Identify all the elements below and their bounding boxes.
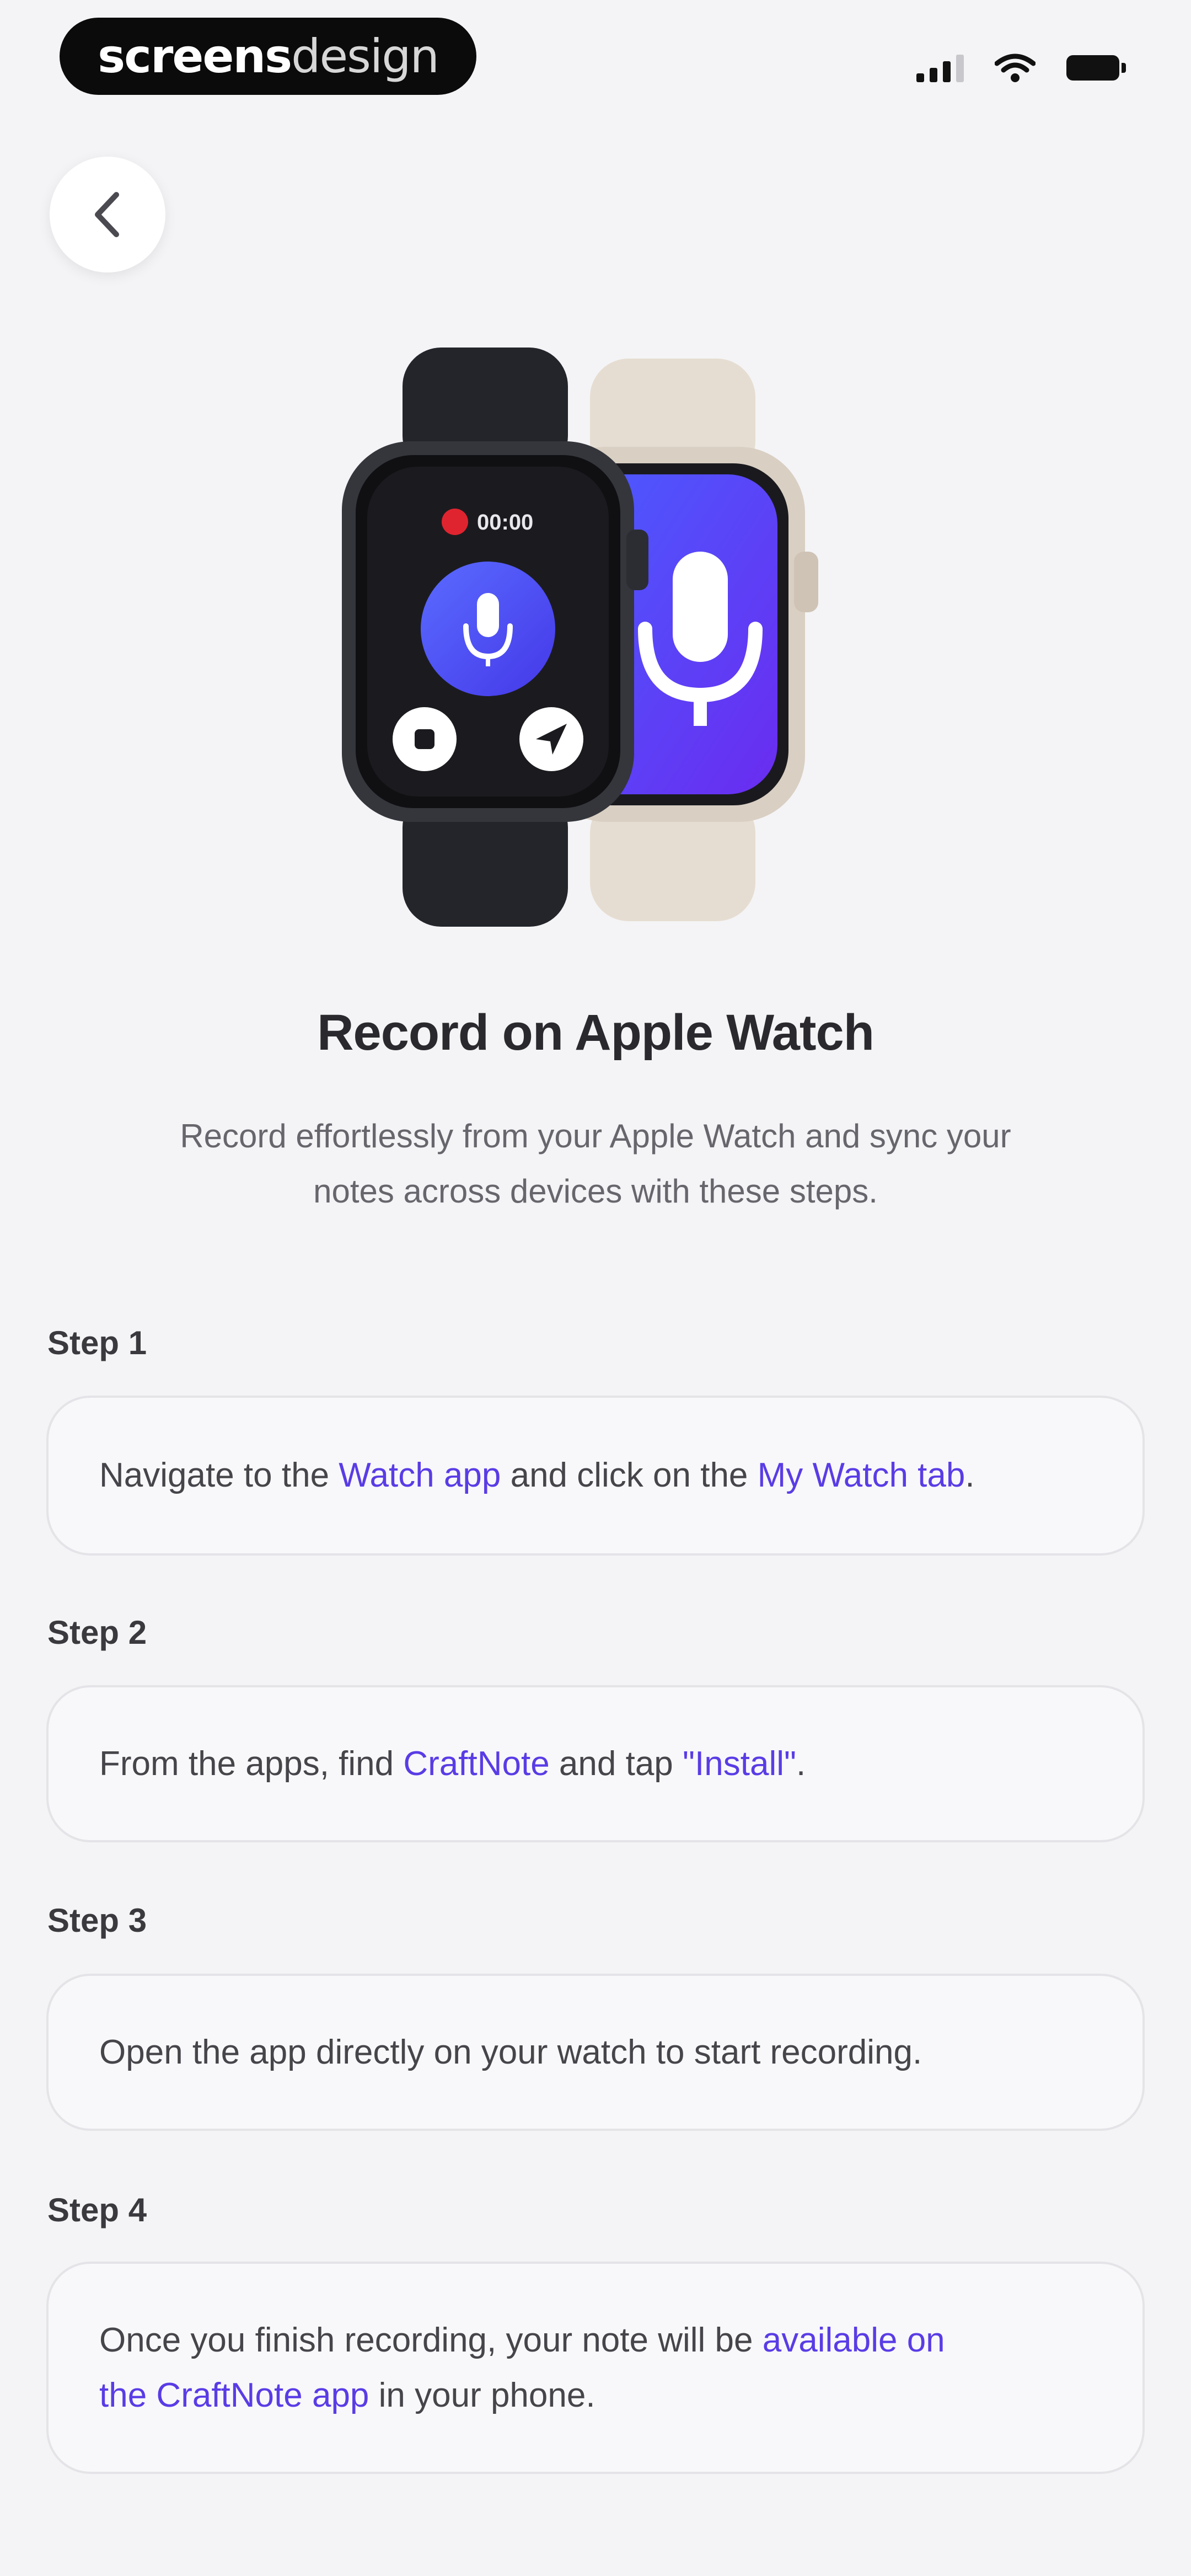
step-1-text-part: Navigate to the: [99, 1456, 339, 1494]
brand-light-text: design: [291, 29, 439, 83]
step-1-text-part: .: [965, 1456, 975, 1494]
step-2-text: From the apps, find CraftNote and tap "I…: [99, 1736, 806, 1792]
screen: screens design 00:00 Record on Apple Wat…: [0, 0, 1191, 2576]
step-4-text-part: Once you finish recording, your note wil…: [99, 2321, 763, 2359]
stop-icon: [415, 729, 434, 749]
step-1-card: Navigate to the Watch app and click on t…: [46, 1396, 1145, 1556]
status-icons: [916, 49, 1126, 87]
battery-icon: [1066, 55, 1126, 81]
record-timer: 00:00: [477, 510, 533, 535]
brand-strong-text: screens: [98, 29, 292, 83]
install-link[interactable]: "Install": [683, 1745, 796, 1783]
step-2-label: Step 2: [47, 1614, 147, 1651]
step-2-text-part: From the apps, find: [99, 1744, 404, 1783]
watch-app-link[interactable]: Watch app: [339, 1456, 501, 1494]
subtitle-line: notes across devices with these steps.: [313, 1173, 878, 1210]
step-1-text: Navigate to the Watch app and click on t…: [99, 1448, 975, 1503]
step-4-text-part: in your phone.: [369, 2376, 596, 2414]
subtitle-line: Record effortlessly from your Apple Watc…: [180, 1118, 1011, 1155]
craftnote-app-link[interactable]: the CraftNote app: [99, 2376, 369, 2414]
apple-watch-illustration: 00:00: [342, 348, 818, 927]
step-2-text-part: and tap: [549, 1744, 683, 1783]
back-button[interactable]: [50, 157, 165, 272]
page-title: Record on Apple Watch: [317, 1004, 875, 1061]
available-on-link[interactable]: available on: [763, 2321, 945, 2359]
step-1-text-part: and click on the: [501, 1456, 758, 1494]
step-2-text-part: .: [796, 1744, 806, 1783]
step-4-card: Once you finish recording, your note wil…: [46, 2262, 1145, 2474]
page-subtitle: Record effortlessly from your Apple Watc…: [77, 1109, 1114, 1219]
record-indicator: [442, 509, 468, 535]
my-watch-tab-link[interactable]: My Watch tab: [758, 1456, 965, 1494]
step-4-label: Step 4: [47, 2192, 147, 2228]
step-3-text: Open the app directly on your watch to s…: [99, 2033, 922, 2071]
brand-logo: screens design: [60, 18, 476, 95]
step-1-label: Step 1: [47, 1324, 147, 1361]
wifi-icon: [995, 54, 1036, 82]
step-2-card: From the apps, find CraftNote and tap "I…: [46, 1685, 1145, 1842]
step-3-label: Step 3: [47, 1902, 147, 1939]
step-4-text: Once you finish recording, your note wil…: [99, 2313, 945, 2423]
cellular-signal-icon: [916, 54, 964, 82]
craftnote-link[interactable]: CraftNote: [403, 1745, 549, 1783]
step-3-card: Open the app directly on your watch to s…: [46, 1974, 1145, 2131]
chevron-left-icon: [95, 192, 119, 237]
